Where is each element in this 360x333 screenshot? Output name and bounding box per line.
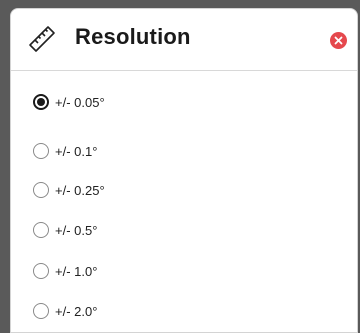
option-label: +/- 2.0° <box>55 303 98 319</box>
radio-button[interactable] <box>33 222 49 238</box>
option-label: +/- 1.0° <box>55 263 98 279</box>
option-1-0[interactable]: +/- 1.0° <box>33 259 97 283</box>
resolution-dialog: Resolution +/- 0.05° +/- 0.1° +/- 0.25° … <box>10 8 358 333</box>
radio-button[interactable] <box>33 303 49 319</box>
dialog-title: Resolution <box>75 24 191 49</box>
option-0-5[interactable]: +/- 0.5° <box>33 218 97 242</box>
option-2-0[interactable]: +/- 2.0° <box>33 299 97 323</box>
dialog-header: Resolution <box>11 9 357 71</box>
close-icon <box>334 36 343 45</box>
radio-button[interactable] <box>33 94 49 110</box>
radio-button[interactable] <box>33 182 49 198</box>
option-label: +/- 0.1° <box>55 143 98 159</box>
radio-button[interactable] <box>33 143 49 159</box>
option-label: +/- 0.25° <box>55 182 105 198</box>
option-0-05[interactable]: +/- 0.05° <box>33 90 105 114</box>
option-0-1[interactable]: +/- 0.1° <box>33 139 97 163</box>
option-0-25[interactable]: +/- 0.25° <box>33 178 105 202</box>
option-label: +/- 0.05° <box>55 94 105 110</box>
option-label: +/- 0.5° <box>55 222 98 238</box>
radio-button[interactable] <box>33 263 49 279</box>
ruler-icon <box>29 26 55 52</box>
close-button[interactable] <box>330 32 347 49</box>
